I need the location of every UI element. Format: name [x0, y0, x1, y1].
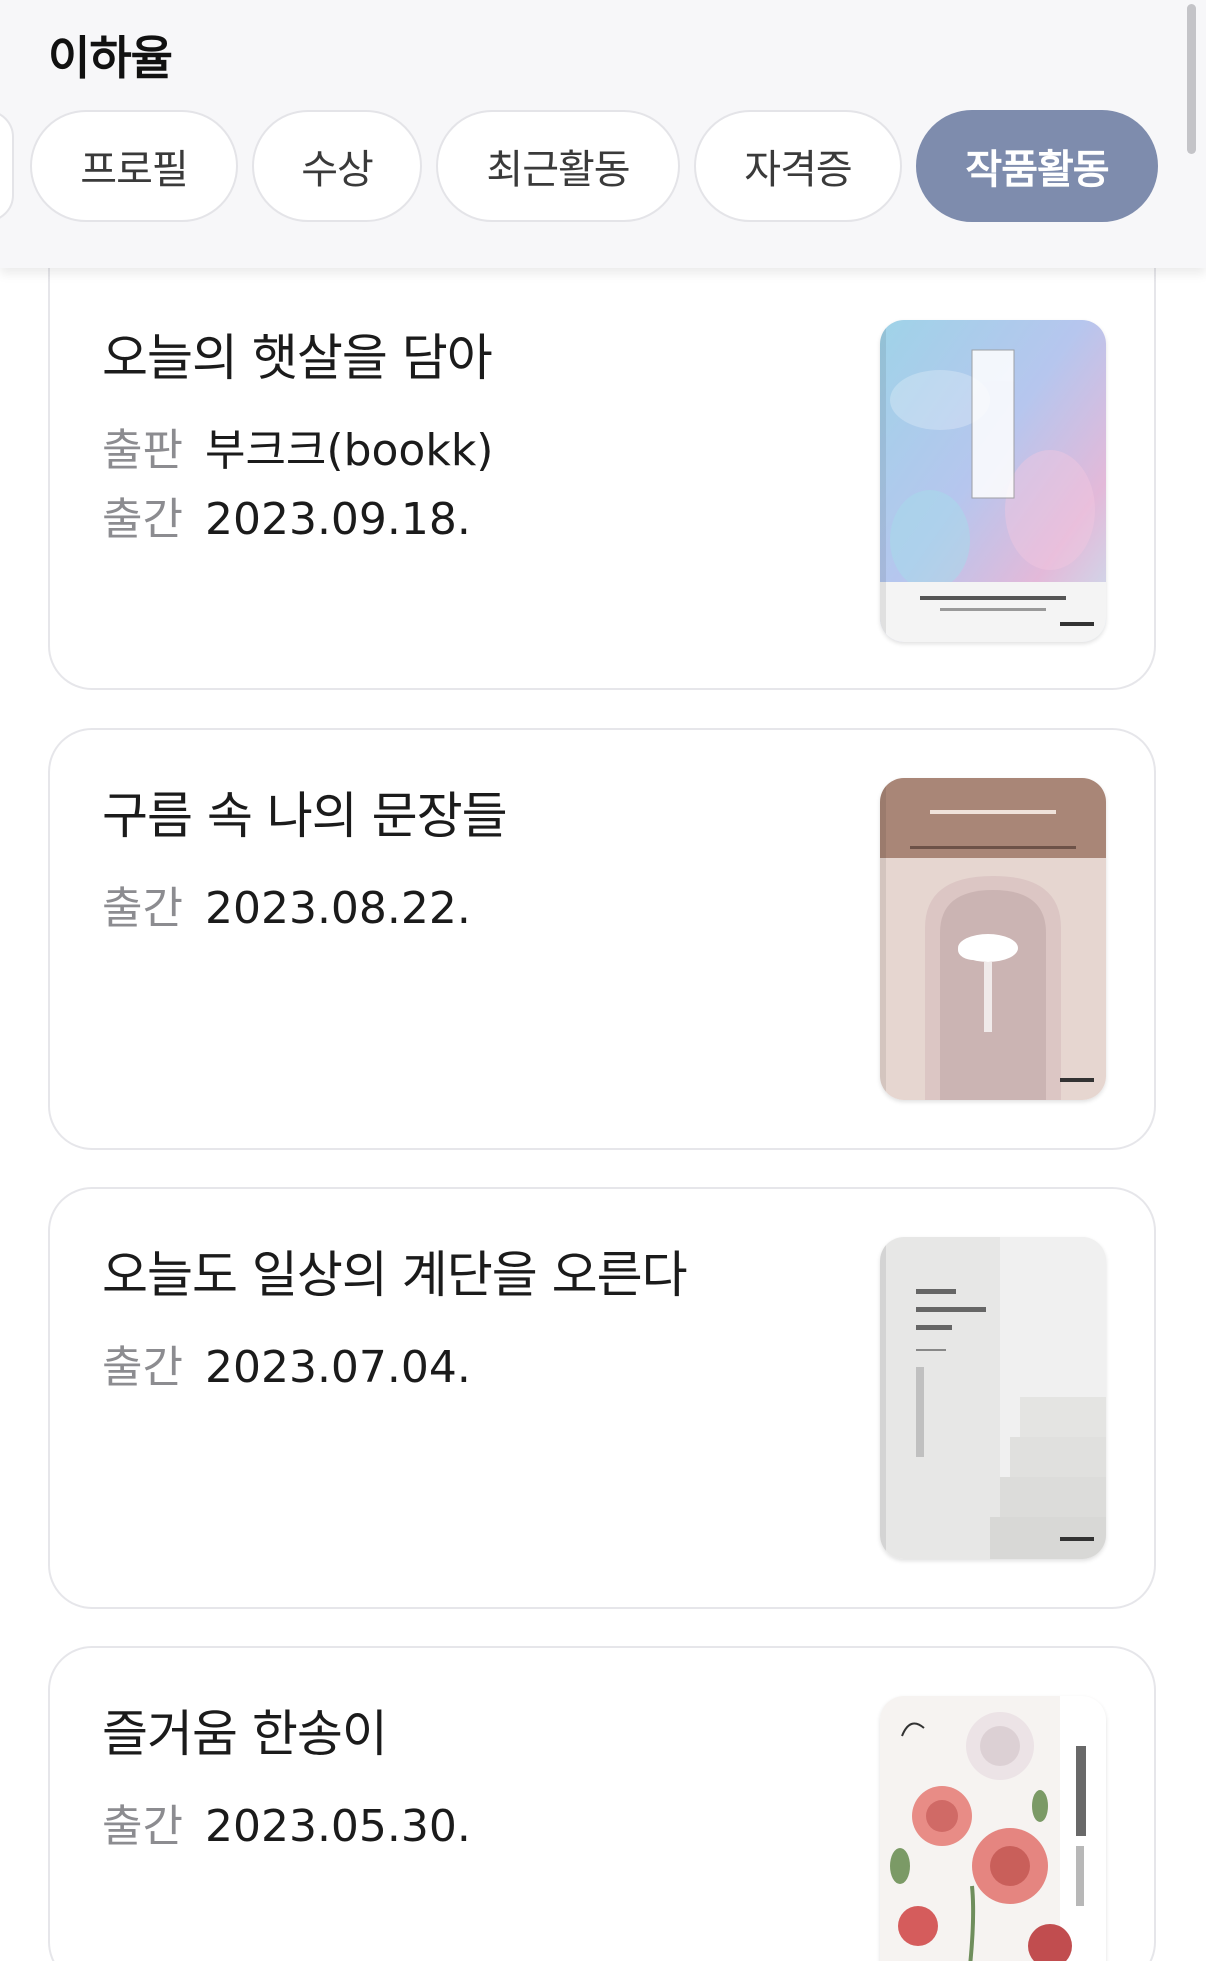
book-card[interactable]: 오늘도 일상의 계단을 오른다 출간 2023.07.04. [48, 1187, 1156, 1609]
person-name: 이하율 [48, 31, 173, 85]
book-card[interactable]: 오늘의 햇살을 담아 출판 부크크(bookk) 출간 2023.09.18. [48, 268, 1156, 690]
book-title[interactable]: 오늘의 햇살을 담아 [102, 318, 493, 390]
profile-header: 이하율 프로필 수상 최근활동 자격증 작품활동 [0, 0, 1206, 268]
tab-works[interactable]: 작품활동 [916, 110, 1158, 222]
meta-value: 2023.08.22. [204, 883, 471, 934]
book-title[interactable]: 구름 속 나의 문장들 [102, 776, 508, 848]
tab-awards[interactable]: 수상 [252, 110, 422, 222]
section-tabs: 프로필 수상 최근활동 자격증 작품활동 [0, 110, 1206, 222]
meta-label: 출간 [102, 1801, 183, 1852]
meta-label: 출간 [102, 494, 183, 545]
meta-label: 출판 [102, 425, 183, 476]
tab-profile[interactable]: 프로필 [30, 110, 238, 222]
meta-label: 출간 [102, 883, 183, 934]
meta-value: 부크크(bookk) [204, 425, 494, 476]
book-card[interactable]: 구름 속 나의 문장들 출간 2023.08.22. [48, 728, 1156, 1150]
book-date-row: 출간 2023.09.18. [102, 483, 471, 547]
tab-previous-partial[interactable] [0, 110, 14, 222]
book-cover-flowers-icon[interactable] [880, 1696, 1106, 1961]
tab-recent-activity[interactable]: 최근활동 [436, 110, 680, 222]
tab-certificates[interactable]: 자격증 [694, 110, 902, 222]
scrollbar[interactable] [1187, 4, 1196, 154]
book-cover-clouds-icon[interactable] [880, 778, 1106, 1100]
meta-value: 2023.09.18. [204, 494, 471, 545]
book-date-row: 출간 2023.07.04. [102, 1331, 471, 1395]
meta-label: 출간 [102, 1342, 183, 1393]
book-publisher-row: 출판 부크크(bookk) [102, 414, 493, 478]
meta-value: 2023.05.30. [204, 1801, 471, 1852]
book-cover-stairs-icon[interactable] [880, 1237, 1106, 1559]
meta-value: 2023.07.04. [204, 1342, 471, 1393]
book-cover-sunlight-icon[interactable] [880, 320, 1106, 642]
book-title[interactable]: 오늘도 일상의 계단을 오른다 [102, 1235, 688, 1307]
book-date-row: 출간 2023.05.30. [102, 1790, 471, 1854]
book-date-row: 출간 2023.08.22. [102, 872, 471, 936]
book-card[interactable]: 즐거움 한송이 출간 2023.05.30. [48, 1646, 1156, 1961]
works-page: 이하율 프로필 수상 최근활동 자격증 작품활동 오늘의 햇살을 담아 출판 부크… [0, 0, 1206, 1961]
book-title[interactable]: 즐거움 한송이 [102, 1694, 388, 1766]
